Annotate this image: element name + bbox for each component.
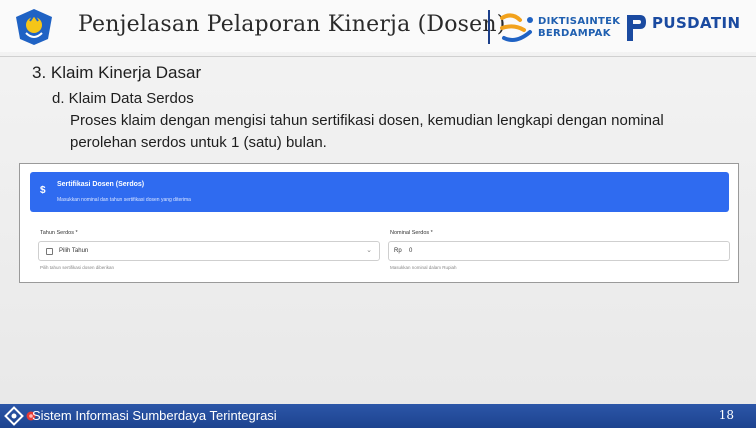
description-text: Proses klaim dengan mengisi tahun sertif… [70,112,664,151]
slide-header: Penjelasan Pelaporan Kinerja (Dosen) DIK… [0,0,756,52]
banner-title: Sertifikasi Dosen (Serdos) [57,181,145,188]
year-field-help: Pilih tahun sertifikasi dosen diberikan [40,265,115,270]
nominal-field-label: Nominal Serdos * [390,230,433,236]
header-divider [488,10,490,44]
form-banner: $ Sertifikasi Dosen (Serdos) Masukkan no… [30,172,729,212]
dikti-line2: BERDAMPAK [538,28,611,39]
page-number: 18 [718,408,734,422]
nominal-field-help: Masukkan nominal dalam Rupiah [390,265,457,270]
dikti-line1: DIKTISAINTEK [538,16,621,27]
serdos-form-screenshot: $ Sertifikasi Dosen (Serdos) Masukkan no… [19,163,739,283]
currency-prefix: Rp [394,248,402,254]
sub-title: d. Klaim Data Serdos [52,90,194,107]
calendar-icon [46,248,53,255]
tut-wuri-handayani-logo [16,9,52,45]
year-select-value: Pilih Tahun [59,248,89,254]
diktisaintek-text: DIKTISAINTEK BERDAMPAK [538,16,620,40]
slide: Penjelasan Pelaporan Kinerja (Dosen) DIK… [0,0,756,428]
footer-system-name: Sistem Informasi Sumberdaya Terintegrasi [32,408,277,423]
nominal-input[interactable]: Rp 0 [388,241,730,261]
header-rule [0,56,756,57]
chevron-down-icon: ⌄ [366,247,372,254]
slide-footer: Sistem Informasi Sumberdaya Terintegrasi… [0,404,756,428]
pusdatin-mark-icon [627,15,646,41]
page-title: Penjelasan Pelaporan Kinerja (Dosen) [78,12,506,37]
pusdatin-name: PUSDATIN [652,14,741,32]
diktisaintek-mark-icon [500,13,533,42]
diktisaintek-logo: DIKTISAINTEK BERDAMPAK [498,10,620,46]
sister-logo-icon [4,406,24,426]
banner-subtitle: Masukkan nominal dan tahun sertifikasi d… [57,197,191,203]
year-select[interactable]: Pilih Tahun ⌄ [38,241,380,261]
nominal-value: 0 [409,248,413,254]
pusdatin-logo: PUSDATIN [624,11,750,45]
dollar-icon: $ [40,185,46,196]
section-title: 3. Klaim Kinerja Dasar [32,63,202,82]
year-field-label: Tahun Serdos * [40,230,78,236]
